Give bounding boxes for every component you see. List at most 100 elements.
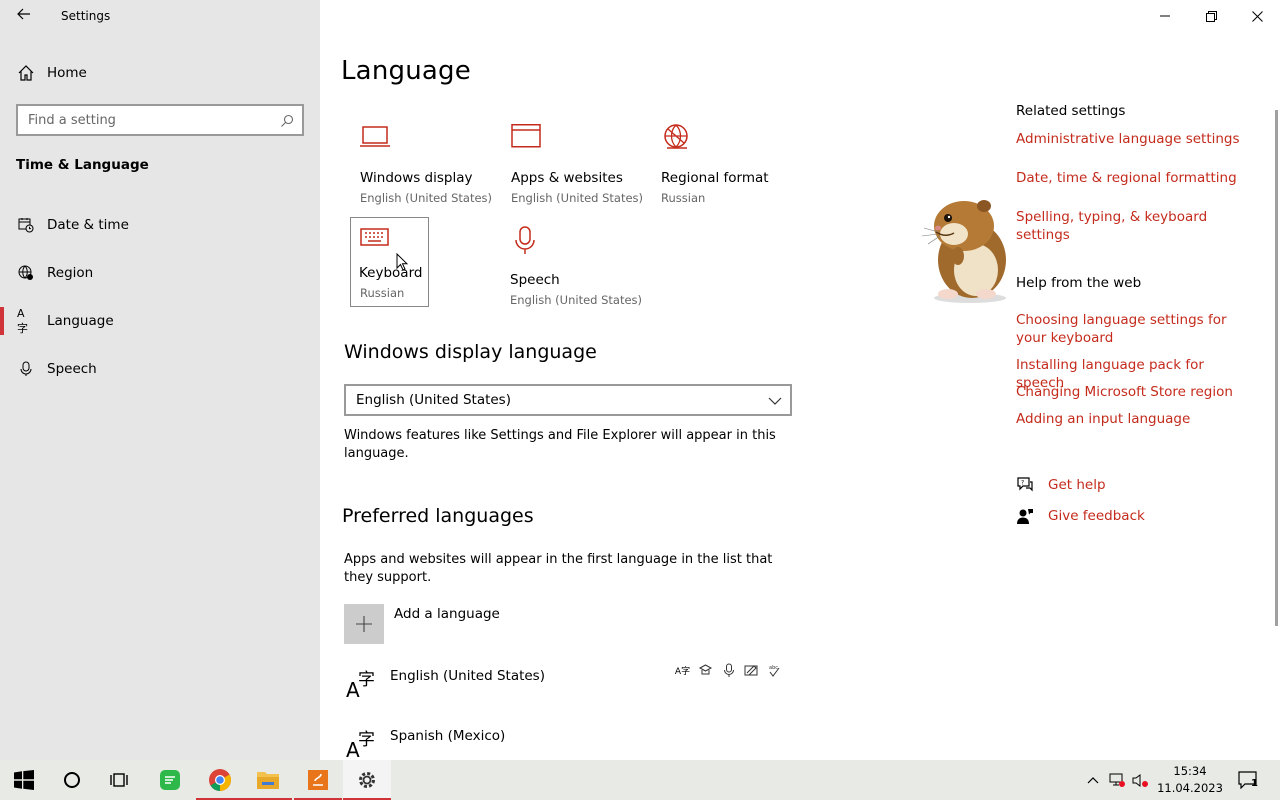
tile-name: Apps & websites bbox=[511, 170, 623, 186]
language-icon: A字 bbox=[17, 306, 28, 335]
scrollbar[interactable] bbox=[1275, 110, 1278, 626]
add-language-label: Add a language bbox=[394, 606, 500, 622]
language-features: A字 abc bbox=[674, 662, 783, 679]
green-chat-app-icon bbox=[160, 770, 180, 790]
taskbar-app-settings[interactable] bbox=[343, 760, 391, 800]
back-arrow-icon[interactable] bbox=[12, 4, 36, 28]
help-link[interactable]: Choosing language settings for your keyb… bbox=[1016, 311, 1256, 347]
network-icon[interactable] bbox=[1108, 771, 1126, 789]
tile-regional-format[interactable]: Regional format Russian bbox=[661, 124, 797, 214]
browser-window-icon bbox=[511, 124, 543, 156]
page-title: Language bbox=[341, 56, 471, 86]
help-link[interactable]: Adding an input language bbox=[1016, 410, 1256, 428]
search-icon bbox=[280, 113, 294, 127]
language-icon: A字 bbox=[344, 666, 380, 702]
chat-help-icon: ? bbox=[1016, 476, 1034, 494]
sidebar-item-speech[interactable]: Speech bbox=[0, 351, 320, 387]
keyboard-icon bbox=[360, 228, 392, 260]
display-language-feature-icon: A字 bbox=[674, 667, 691, 677]
speech-recognition-feature-icon bbox=[697, 662, 714, 679]
taskbar-app-orange[interactable] bbox=[294, 760, 342, 800]
sidebar-item-region[interactable]: Region bbox=[0, 255, 320, 291]
tile-keyboard[interactable]: Keyboard Russian bbox=[350, 217, 429, 307]
related-link[interactable]: Administrative language settings bbox=[1016, 130, 1256, 148]
sidebar-item-home[interactable]: Home bbox=[0, 58, 320, 88]
search-placeholder: Find a setting bbox=[28, 112, 116, 128]
sidebar-item-date-time[interactable]: Date & time bbox=[0, 207, 320, 243]
help-link[interactable]: Changing Microsoft Store region bbox=[1016, 383, 1256, 401]
tile-subtitle: Russian bbox=[360, 286, 405, 300]
folder-icon bbox=[257, 772, 279, 789]
language-name: English (United States) bbox=[390, 668, 545, 684]
spellcheck-feature-icon: abc bbox=[766, 662, 783, 679]
list-item[interactable]: A字 English (United States) A字 abc bbox=[344, 663, 792, 716]
clock-time: 15:34 bbox=[1173, 764, 1207, 778]
sidebar-item-label: Date & time bbox=[47, 217, 129, 233]
action-center-button[interactable]: 1 bbox=[1234, 766, 1262, 794]
close-button[interactable] bbox=[1234, 0, 1280, 32]
language-icon: A字 bbox=[344, 726, 380, 762]
task-view-button[interactable] bbox=[96, 760, 144, 800]
minimize-button[interactable] bbox=[1142, 0, 1188, 32]
feedback-person-icon bbox=[1016, 507, 1034, 525]
globe-settings-icon bbox=[661, 124, 693, 156]
give-feedback-label: Give feedback bbox=[1048, 508, 1145, 524]
svg-text:?: ? bbox=[1021, 480, 1024, 487]
tile-subtitle: English (United States) bbox=[511, 191, 644, 205]
display-language-description: Windows features like Settings and File … bbox=[344, 428, 776, 461]
tile-subtitle: English (United States) bbox=[360, 191, 493, 205]
related-settings-heading: Related settings bbox=[1016, 103, 1126, 119]
microphone-icon bbox=[17, 361, 34, 378]
cortana-circle-icon bbox=[64, 772, 80, 788]
tile-windows-display[interactable]: Windows display English (United States) bbox=[360, 124, 496, 214]
tile-speech[interactable]: Speech English (United States) bbox=[510, 226, 646, 316]
display-language-heading: Windows display language bbox=[344, 341, 597, 363]
give-feedback-link[interactable]: Give feedback bbox=[1016, 507, 1145, 525]
related-link[interactable]: Date, time & regional formatting bbox=[1016, 169, 1256, 187]
add-language-button[interactable]: Add a language bbox=[344, 604, 544, 644]
close-icon bbox=[1251, 10, 1263, 22]
home-label: Home bbox=[47, 65, 87, 81]
sidebar-item-language[interactable]: A字 Language bbox=[0, 303, 320, 339]
taskbar-app-messenger[interactable] bbox=[146, 760, 194, 800]
show-hidden-icons-chevron-up-icon[interactable] bbox=[1084, 771, 1102, 789]
restore-button[interactable] bbox=[1188, 0, 1234, 32]
help-heading: Help from the web bbox=[1016, 275, 1142, 291]
display-language-dropdown[interactable]: English (United States) bbox=[344, 384, 792, 416]
taskbar-app-file-explorer[interactable] bbox=[244, 760, 292, 800]
related-link[interactable]: Spelling, typing, & keyboard settings bbox=[1016, 208, 1256, 244]
handwriting-feature-icon bbox=[743, 662, 760, 679]
chrome-icon bbox=[209, 769, 231, 791]
section-title: Time & Language bbox=[16, 157, 149, 173]
taskbar-app-chrome[interactable] bbox=[196, 760, 244, 800]
svg-text:字: 字 bbox=[358, 670, 375, 690]
minimize-icon bbox=[1160, 15, 1170, 17]
preferred-languages-heading: Preferred languages bbox=[342, 505, 534, 527]
volume-muted-icon[interactable] bbox=[1131, 771, 1149, 789]
globe-icon bbox=[17, 265, 34, 282]
windows-logo-icon bbox=[14, 770, 34, 790]
notification-count: 1 bbox=[1251, 778, 1258, 789]
tile-subtitle: Russian bbox=[661, 191, 706, 205]
tile-name: Speech bbox=[510, 272, 560, 288]
gear-icon bbox=[359, 772, 375, 788]
dropdown-value: English (United States) bbox=[356, 392, 511, 408]
search-button[interactable] bbox=[48, 760, 96, 800]
sidebar-item-label: Language bbox=[47, 313, 114, 329]
taskbar-clock[interactable]: 15:34 11.04.2023 bbox=[1156, 763, 1224, 797]
chevron-down-icon bbox=[768, 393, 782, 407]
mouse-cursor-icon bbox=[396, 253, 408, 271]
search-input[interactable]: Find a setting bbox=[16, 104, 304, 136]
sidebar-item-label: Speech bbox=[47, 361, 97, 377]
microphone-icon bbox=[514, 226, 546, 258]
tile-apps-websites[interactable]: Apps & websites English (United States) bbox=[511, 124, 647, 214]
restore-icon bbox=[1205, 10, 1217, 22]
plus-icon bbox=[344, 604, 384, 644]
start-button[interactable] bbox=[0, 760, 48, 800]
monitor-icon bbox=[360, 124, 392, 156]
svg-text:字: 字 bbox=[358, 730, 375, 750]
sidebar: Settings Home Find a setting Time & Lang… bbox=[0, 0, 320, 760]
language-name: Spanish (Mexico) bbox=[390, 728, 506, 744]
tile-subtitle: English (United States) bbox=[510, 293, 643, 307]
get-help-link[interactable]: ? Get help bbox=[1016, 476, 1106, 494]
